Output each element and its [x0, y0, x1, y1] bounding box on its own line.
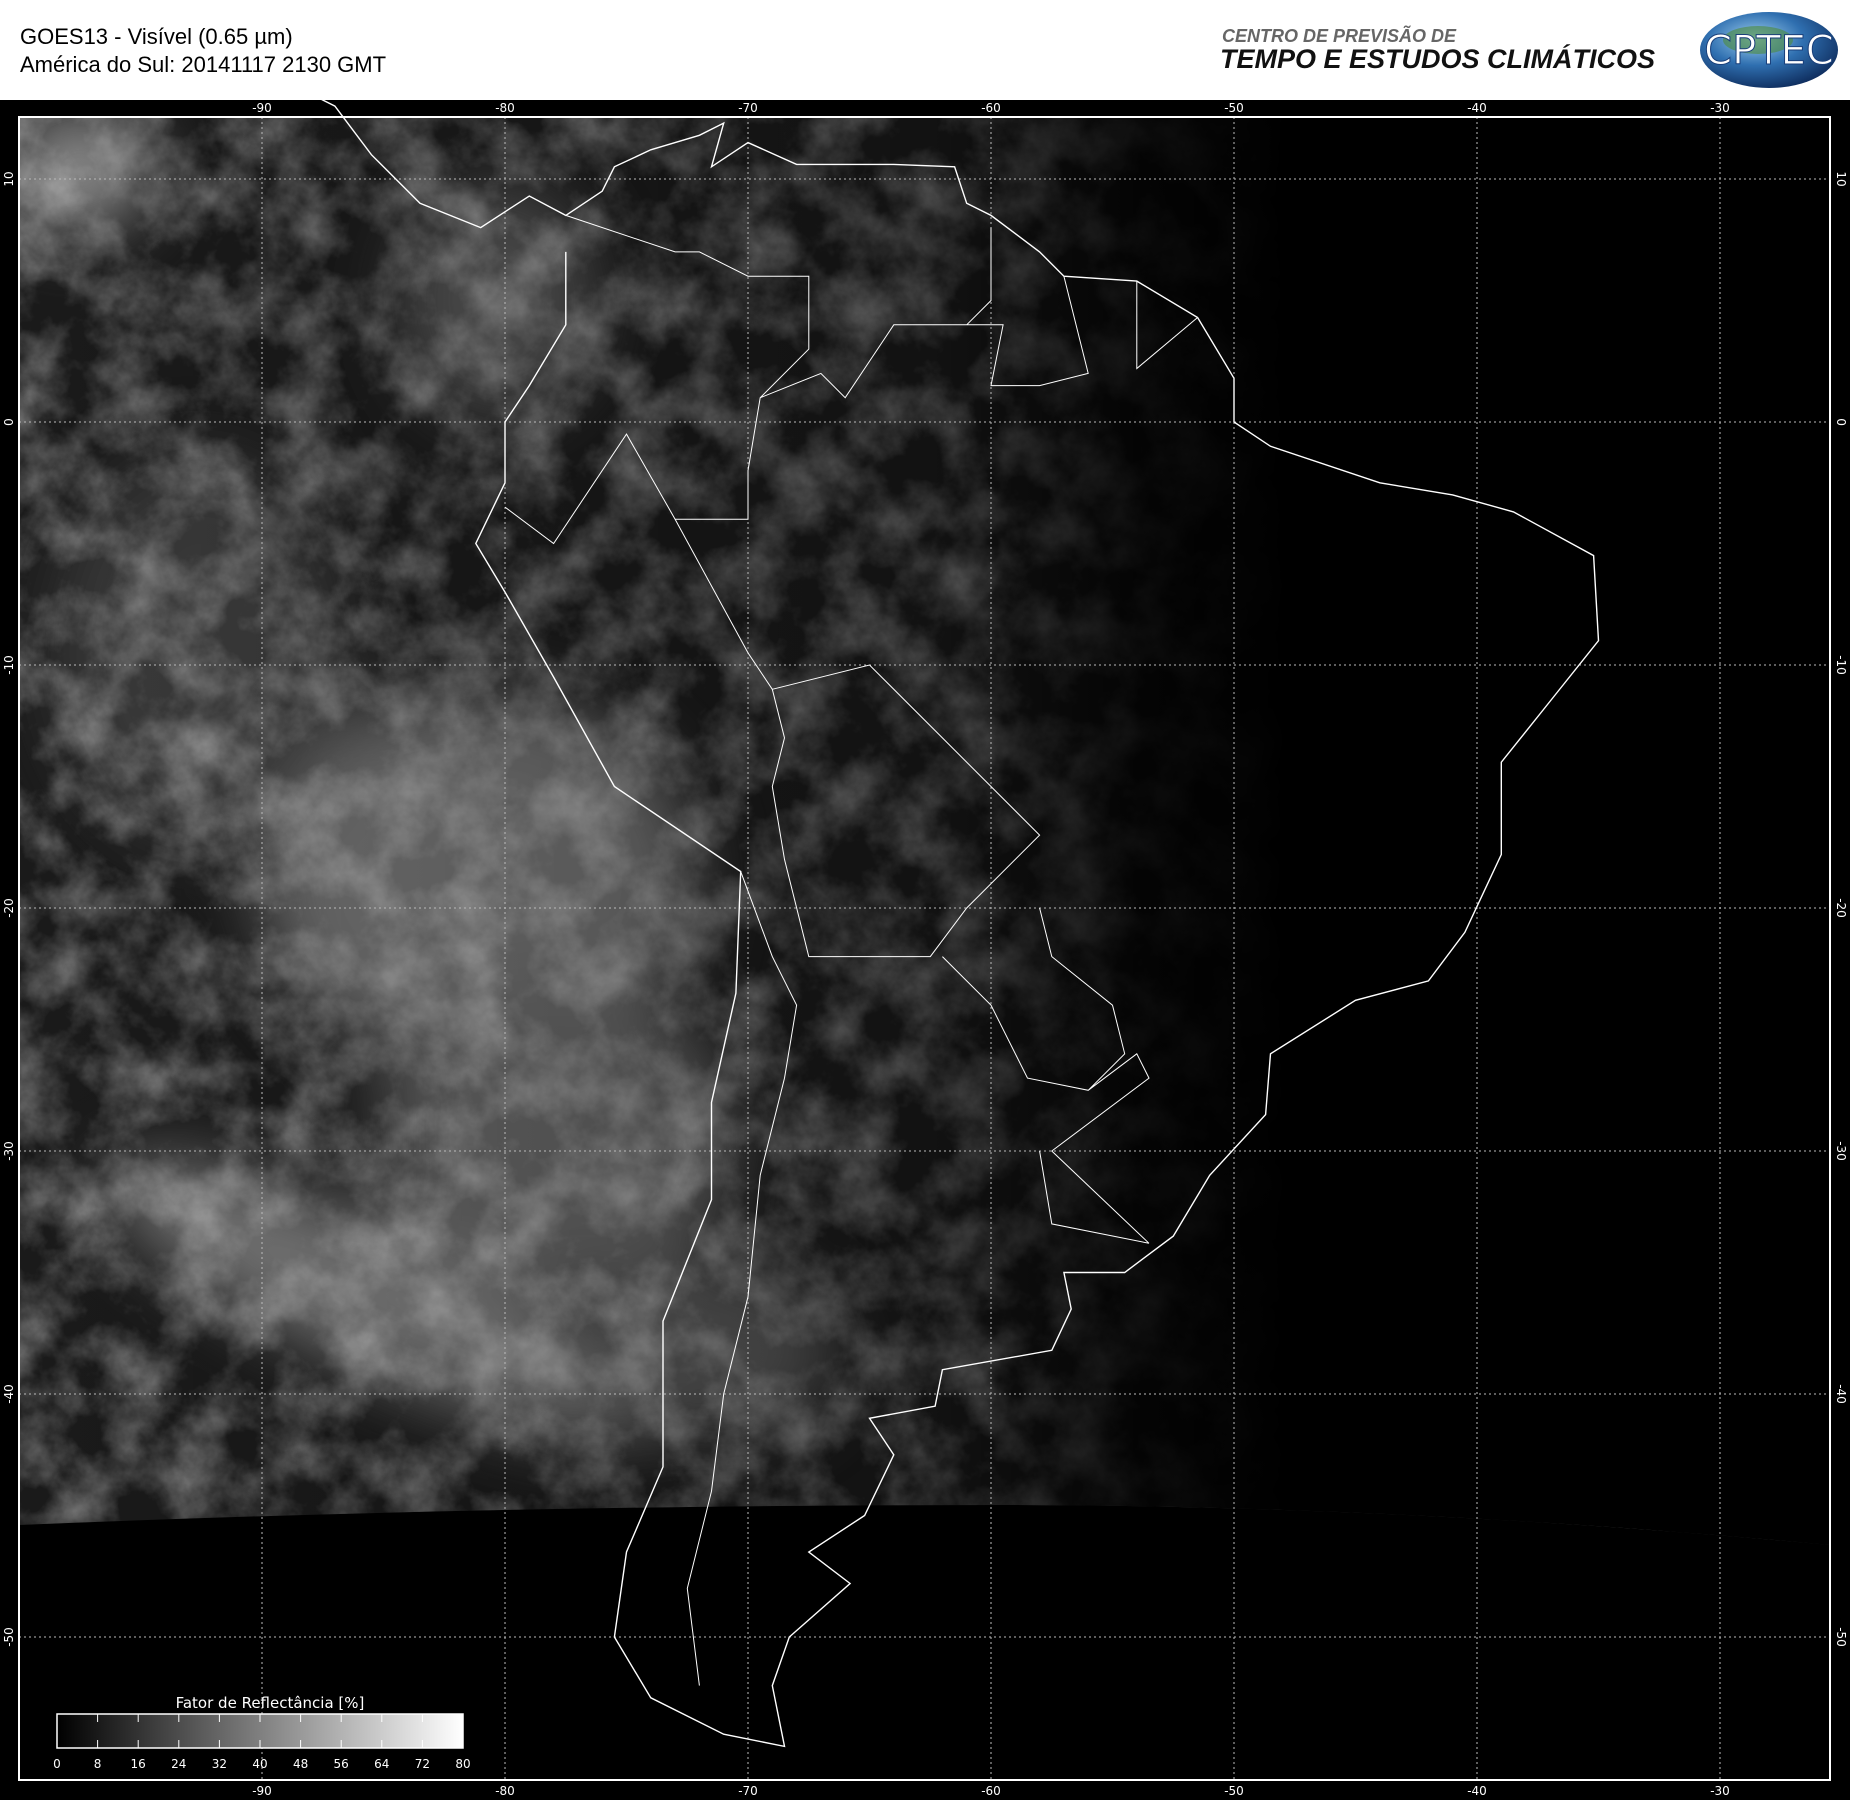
lat-label-right: -30 [1834, 1141, 1848, 1161]
colorbar-tick-label: 16 [131, 1757, 146, 1771]
lat-label-right: -20 [1834, 898, 1848, 918]
lon-label-top: -50 [1224, 101, 1244, 115]
lon-label-top: -90 [252, 101, 272, 115]
lat-label-left: -50 [2, 1627, 16, 1647]
lon-label-bottom: -70 [738, 1784, 758, 1798]
lat-label-left: 0 [2, 418, 16, 426]
colorbar-title: Fator de Reflectância [%] [176, 1694, 365, 1712]
lat-label-right: -40 [1834, 1384, 1848, 1404]
lon-label-top: -70 [738, 101, 758, 115]
product-title: GOES13 - Visível (0.65 µm) [20, 24, 293, 49]
lat-label-right: 0 [1834, 418, 1848, 426]
region-timestamp: América do Sul: 20141117 2130 GMT [20, 52, 387, 77]
lat-label-left: 10 [2, 171, 16, 186]
satellite-image: -90 -90 -80 -80 -70 -70 -60 -60 -50 -50 -40 -40 -30 -… [0, 81, 1850, 1800]
lat-label-right: -50 [1834, 1627, 1848, 1647]
colorbar-tick-label: 56 [334, 1757, 349, 1771]
lon-label-top: -60 [981, 101, 1001, 115]
lon-label-top: -80 [495, 101, 515, 115]
colorbar-tick-label: 24 [171, 1757, 186, 1771]
lat-label-left: -40 [2, 1384, 16, 1404]
lat-label-right: 10 [1834, 171, 1848, 186]
lon-label-bottom: -30 [1710, 1784, 1730, 1798]
colorbar-tick-label: 80 [455, 1757, 470, 1771]
colorbar-tick-label: 32 [212, 1757, 227, 1771]
lat-label-right: -10 [1834, 655, 1848, 675]
colorbar-tick-label: 8 [94, 1757, 102, 1771]
colorbar-tick-label: 72 [415, 1757, 430, 1771]
lat-label-left: -30 [2, 1141, 16, 1161]
svg-text:CPTEC: CPTEC [1704, 28, 1834, 74]
lat-label-left: -10 [2, 655, 16, 675]
lon-label-bottom: -40 [1467, 1784, 1487, 1798]
colorbar-tick-label: 0 [53, 1757, 61, 1771]
header: GOES13 - Visível (0.65 µm) América do Su… [0, 0, 1850, 100]
lon-label-bottom: -50 [1224, 1784, 1244, 1798]
lon-label-top: -30 [1710, 101, 1730, 115]
org-name-line2: TEMPO E ESTUDOS CLIMÁTICOS [1220, 44, 1656, 74]
lon-label-bottom: -80 [495, 1784, 515, 1798]
colorbar-tick-label: 48 [293, 1757, 308, 1771]
lat-label-left: -20 [2, 898, 16, 918]
lon-label-bottom: -60 [981, 1784, 1001, 1798]
cptec-logo: CPTEC [1700, 12, 1838, 88]
cloud-imagery [19, 117, 1830, 1545]
colorbar-tick-label: 40 [252, 1757, 267, 1771]
colorbar-tick-label: 64 [374, 1757, 389, 1771]
lon-label-bottom: -90 [252, 1784, 272, 1798]
satellite-map: -90 -90 -80 -80 -70 -70 -60 -60 -50 -50 -40 -40 -30 -… [0, 81, 1850, 1800]
lon-label-top: -40 [1467, 101, 1487, 115]
